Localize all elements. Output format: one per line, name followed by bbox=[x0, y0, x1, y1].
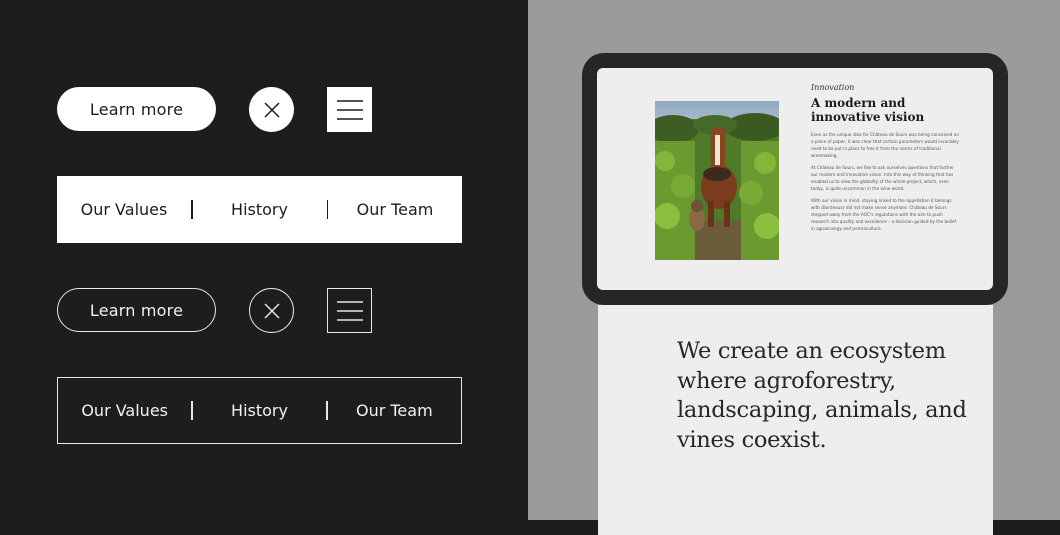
article-paragraph: At Château de Sours, we like to ask ours… bbox=[811, 165, 954, 191]
tab-history[interactable]: History bbox=[193, 200, 327, 219]
article-paragraph: With our vision in mind, staying linked … bbox=[811, 198, 957, 231]
nav-tabbar-outline: Our Values History Our Team bbox=[57, 377, 462, 444]
tab-our-values[interactable]: Our Values bbox=[57, 200, 191, 219]
close-button-filled[interactable] bbox=[249, 87, 294, 132]
nav-tabbar-filled: Our Values History Our Team bbox=[57, 176, 462, 243]
close-icon bbox=[263, 302, 280, 319]
component-showcase-panel: Learn more Our Values History Our Team L… bbox=[0, 0, 528, 520]
tab-our-team[interactable]: Our Team bbox=[328, 200, 462, 219]
learn-more-button-filled[interactable]: Learn more bbox=[57, 87, 216, 131]
hamburger-menu-icon bbox=[336, 300, 363, 321]
article-heading: A modern and innovative vision bbox=[811, 96, 925, 124]
tablet-screen: Innovation A modern and innovative visio… bbox=[597, 68, 993, 290]
close-button-outline[interactable] bbox=[249, 288, 294, 333]
tablet-article: Innovation A modern and innovative visio… bbox=[811, 83, 961, 237]
ecosystem-quote: We create an ecosystem where agroforestr… bbox=[677, 338, 967, 453]
close-icon bbox=[263, 101, 280, 118]
menu-button-outline[interactable] bbox=[327, 288, 372, 333]
menu-button-filled[interactable] bbox=[327, 87, 372, 132]
photo-illustration bbox=[655, 101, 779, 260]
tab-our-values[interactable]: Our Values bbox=[58, 401, 191, 420]
learn-more-label: Learn more bbox=[89, 99, 184, 119]
tab-our-team[interactable]: Our Team bbox=[328, 401, 461, 420]
article-paragraph: Even as the unique idea for Château de S… bbox=[811, 132, 959, 158]
hamburger-menu-icon bbox=[336, 99, 363, 120]
learn-more-label: Learn more bbox=[89, 300, 184, 320]
learn-more-button-outline[interactable]: Learn more bbox=[57, 288, 216, 332]
tablet-mockup: Innovation A modern and innovative visio… bbox=[582, 53, 1008, 305]
horse-in-vineyard-photo bbox=[655, 101, 779, 260]
mobile-card: We create an ecosystem where agroforestr… bbox=[598, 305, 993, 535]
article-eyebrow: Innovation bbox=[811, 83, 855, 92]
tab-history[interactable]: History bbox=[193, 401, 326, 420]
